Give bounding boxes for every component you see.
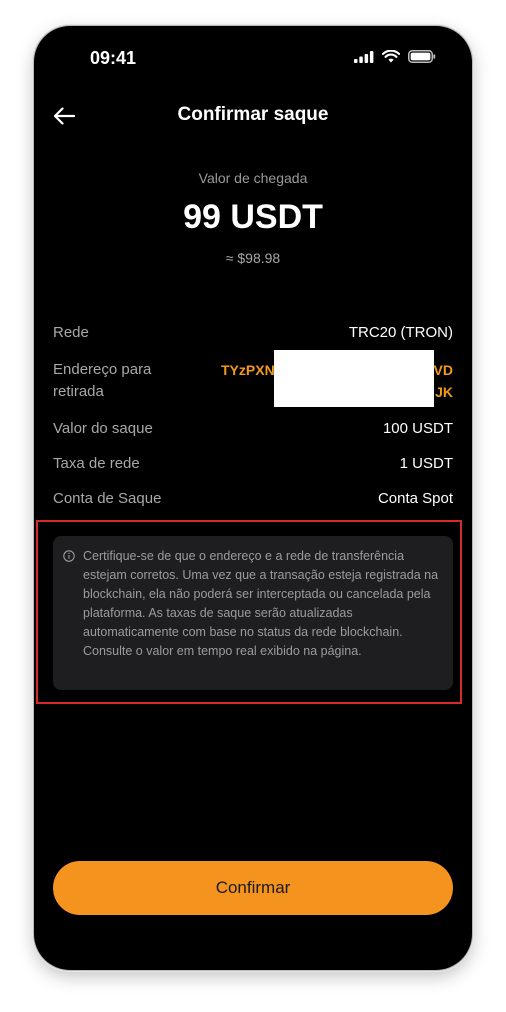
account-value: Conta Spot bbox=[377, 490, 453, 507]
notice-text: Certifique-se de que o endereço e a rede… bbox=[83, 549, 439, 658]
address-redaction bbox=[274, 350, 434, 407]
header: Confirmar saque bbox=[34, 100, 472, 132]
notice-box: Certifique-se de que o endereço e a rede… bbox=[53, 536, 453, 690]
wifi-icon bbox=[382, 50, 400, 63]
status-time: 09:41 bbox=[90, 48, 137, 68]
network-fee-value: 1 USDT bbox=[399, 455, 453, 472]
detail-row-withdraw-amount: Valor do saque 100 USDT bbox=[53, 420, 453, 438]
arrival-label: Valor de chegada bbox=[198, 170, 308, 186]
address-value[interactable]: TYzPXN VD JK bbox=[221, 350, 453, 407]
signal-icon bbox=[354, 50, 374, 63]
detail-row-address: Endereço para retirada TYzPXN VD JK bbox=[53, 350, 453, 407]
network-fee-label: Taxa de rede bbox=[53, 455, 140, 472]
address-line2-end: JK bbox=[435, 384, 453, 400]
detail-row-network-fee: Taxa de rede 1 USDT bbox=[53, 455, 453, 473]
arrival-amount: 99 USDT bbox=[183, 198, 323, 236]
details-list: Rede TRC20 (TRON) Endereço para retirada… bbox=[53, 324, 453, 525]
confirm-button[interactable]: Confirmar bbox=[53, 861, 453, 915]
network-value: TRC20 (TRON) bbox=[348, 324, 453, 341]
phone-screen: 09:41 Confirmar saque Valor de chegada 9… bbox=[34, 26, 472, 970]
battery-icon bbox=[408, 50, 436, 63]
withdraw-amount-label: Valor do saque bbox=[53, 420, 153, 437]
arrival-fiat-value: ≈ $98.98 bbox=[225, 250, 281, 266]
address-line1-end: VD bbox=[433, 362, 453, 378]
address-label: Endereço para retirada bbox=[53, 361, 152, 400]
network-label: Rede bbox=[53, 324, 89, 341]
page-title: Confirmar saque bbox=[177, 104, 329, 125]
account-label: Conta de Saque bbox=[53, 490, 162, 507]
detail-row-network: Rede TRC20 (TRON) bbox=[53, 324, 453, 342]
withdraw-amount-value: 100 USDT bbox=[382, 420, 453, 437]
status-bar: 09:41 bbox=[34, 26, 472, 90]
status-icons bbox=[354, 50, 436, 63]
detail-row-account: Conta de Saque Conta Spot bbox=[53, 490, 453, 508]
address-start: TYzPXN bbox=[221, 362, 275, 378]
info-circle-icon bbox=[63, 550, 75, 562]
